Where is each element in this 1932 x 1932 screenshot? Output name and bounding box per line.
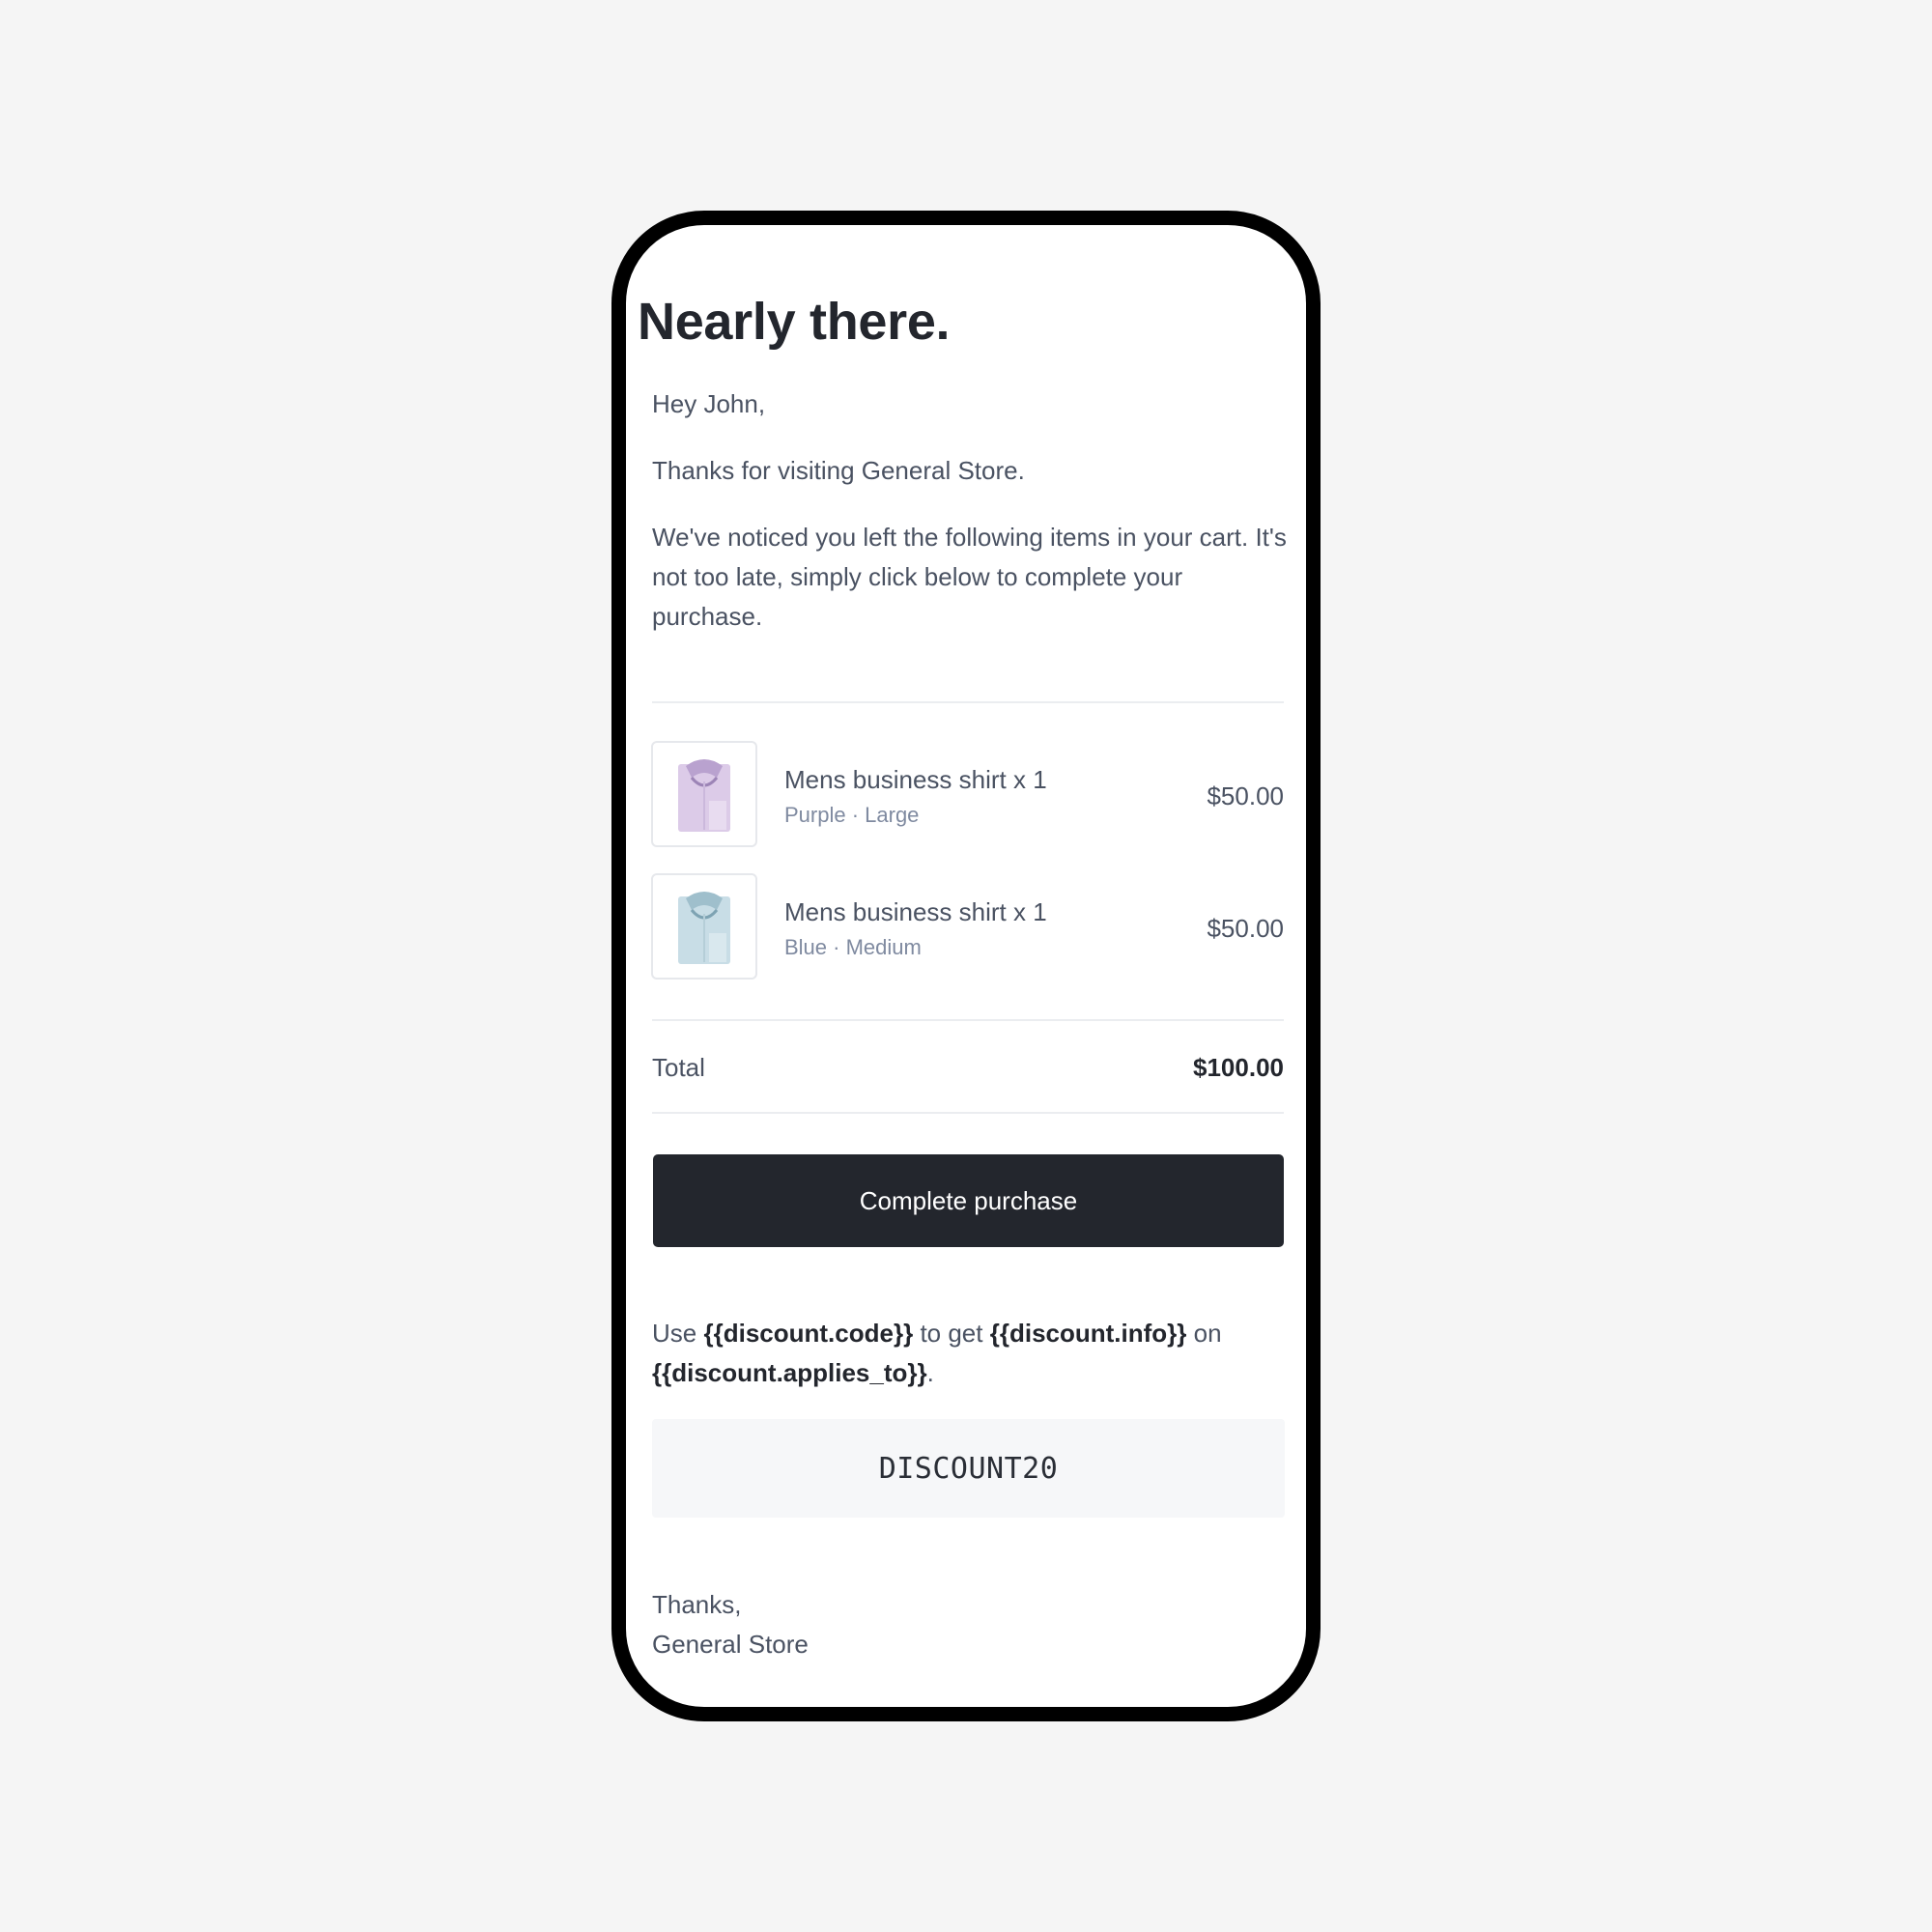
- discount-text-part: to get: [920, 1319, 983, 1348]
- product-thumbnail[interactable]: [651, 873, 757, 980]
- item-price: $50.00: [1207, 914, 1284, 943]
- discount-text-part: on: [1193, 1319, 1222, 1348]
- discount-info-variable: {{discount.info}}: [989, 1319, 1187, 1348]
- discount-text-part: .: [926, 1358, 934, 1387]
- discount-info-text: Use {{discount.code}} to get {{discount.…: [652, 1314, 1290, 1393]
- divider: [652, 1019, 1284, 1021]
- greeting-text: Hey John,: [652, 389, 766, 418]
- signoff-store-name: General Store: [652, 1630, 809, 1659]
- complete-purchase-button[interactable]: Complete purchase: [653, 1154, 1284, 1247]
- item-variant: Blue · Medium: [784, 935, 922, 959]
- signoff-line: Thanks,: [652, 1590, 742, 1619]
- item-variant: Purple · Large: [784, 803, 920, 827]
- divider: [652, 1112, 1284, 1114]
- discount-code-variable: {{discount.code}}: [703, 1319, 914, 1348]
- total-value: $100.00: [1193, 1053, 1284, 1082]
- purple-shirt-icon: [678, 759, 730, 832]
- discount-code: DISCOUNT20: [878, 1451, 1059, 1486]
- email-heading: Nearly there.: [638, 293, 951, 351]
- discount-text-part: Use: [652, 1319, 697, 1348]
- item-price: $50.00: [1207, 781, 1284, 810]
- thanks-text: Thanks for visiting General Store.: [652, 456, 1025, 485]
- body-text: We've noticed you left the following ite…: [652, 523, 1287, 631]
- item-name: Mens business shirt x 1: [784, 897, 1047, 926]
- signoff: Thanks, General Store: [652, 1585, 809, 1664]
- divider: [652, 701, 1284, 703]
- discount-code-box[interactable]: DISCOUNT20: [652, 1419, 1285, 1518]
- product-thumbnail[interactable]: [651, 741, 757, 847]
- total-label: Total: [652, 1053, 705, 1082]
- discount-applies-variable: {{discount.applies_to}}: [652, 1358, 927, 1387]
- item-name: Mens business shirt x 1: [784, 765, 1047, 794]
- blue-shirt-icon: [678, 892, 730, 964]
